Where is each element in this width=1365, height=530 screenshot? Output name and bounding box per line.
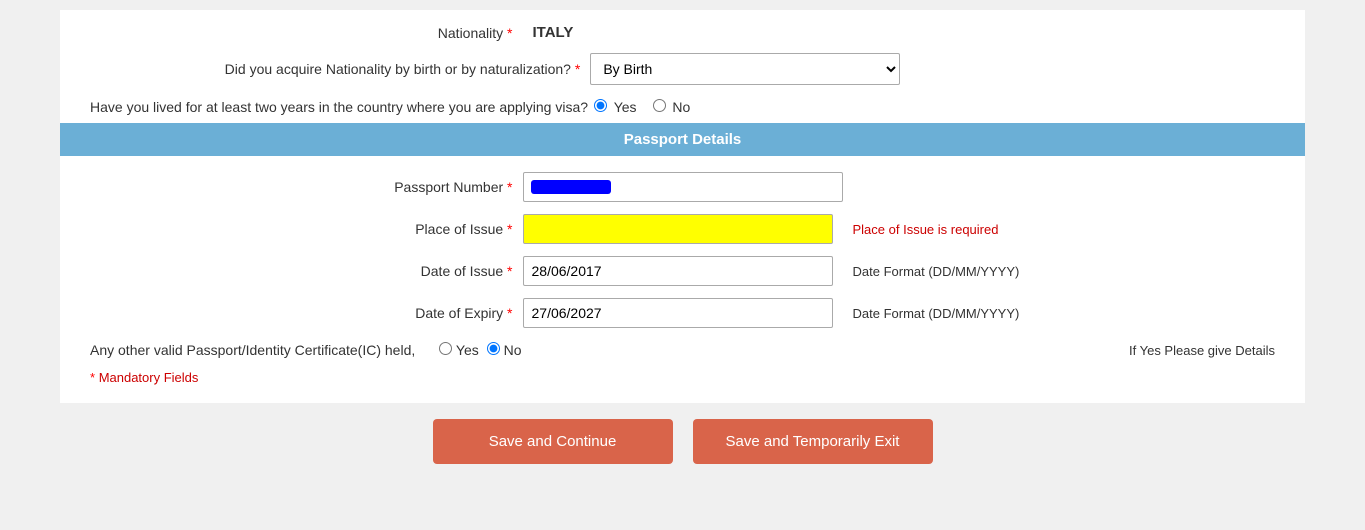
lived-yes-text: Yes <box>614 99 637 115</box>
save-continue-label: Save and Continue <box>489 433 617 450</box>
any-other-no-label[interactable]: No <box>487 342 522 358</box>
page-wrapper: Nationality * ITALY Did you acquire Nati… <box>0 0 1365 530</box>
any-other-yes-text: Yes <box>456 342 479 358</box>
save-exit-button[interactable]: Save and Temporarily Exit <box>693 419 933 464</box>
any-other-no-text: No <box>504 342 522 358</box>
nationality-required: * <box>507 25 512 41</box>
mandatory-text: Mandatory Fields <box>99 370 199 385</box>
any-other-row: Any other valid Passport/Identity Certif… <box>60 334 1305 366</box>
passport-number-input-col <box>523 172 843 202</box>
place-of-issue-required: * <box>507 221 512 237</box>
place-of-issue-row: Place of Issue * Place of Issue is requi… <box>60 208 1305 250</box>
lived-no-text: No <box>672 99 690 115</box>
passport-section-header: Passport Details <box>60 123 1305 156</box>
mandatory-star: * <box>90 370 95 385</box>
nationality-row: Nationality * ITALY <box>60 18 1305 47</box>
passport-section: Passport Number * Place of Issue * Place… <box>60 156 1305 403</box>
date-of-issue-label: Date of Issue * <box>293 263 513 279</box>
lived-radio-group: Yes No <box>594 99 696 115</box>
nationality-label: Nationality * <box>293 25 513 41</box>
mandatory-row: * Mandatory Fields <box>60 366 1305 393</box>
date-of-expiry-row: Date of Expiry * Date Format (DD/MM/YYYY… <box>60 292 1305 334</box>
top-section: Nationality * ITALY Did you acquire Nati… <box>60 10 1305 123</box>
date-of-issue-input[interactable] <box>523 256 833 286</box>
date-of-expiry-label: Date of Expiry * <box>293 305 513 321</box>
nationality-acquisition-row: Did you acquire Nationality by birth or … <box>60 47 1305 91</box>
passport-number-label: Passport Number * <box>293 179 513 195</box>
lived-no-label[interactable]: No <box>653 99 691 115</box>
date-of-issue-row: Date of Issue * Date Format (DD/MM/YYYY) <box>60 250 1305 292</box>
nationality-acquisition-select[interactable]: By Birth By Naturalization <box>590 53 900 85</box>
date-of-expiry-label-text: Date of Expiry <box>415 305 503 321</box>
any-other-yes-radio[interactable] <box>439 342 452 355</box>
lived-yes-label[interactable]: Yes <box>594 99 636 115</box>
passport-number-required: * <box>507 179 512 195</box>
date-of-issue-label-text: Date of Issue <box>421 263 504 279</box>
mandatory-label: Mandatory Fields <box>99 370 199 385</box>
lived-question-row: Have you lived for at least two years in… <box>60 91 1305 123</box>
lived-question-text: Have you lived for at least two years in… <box>90 99 588 115</box>
date-of-issue-input-col <box>523 256 843 286</box>
nationality-value: ITALY <box>533 24 574 41</box>
date-of-issue-hint-text: Date Format (DD/MM/YYYY) <box>853 264 1020 279</box>
acquisition-required: * <box>575 61 580 77</box>
buttons-row: Save and Continue Save and Temporarily E… <box>60 403 1305 474</box>
place-of-issue-label: Place of Issue * <box>293 221 513 237</box>
date-of-issue-hint: Date Format (DD/MM/YYYY) <box>853 264 1073 279</box>
lived-yes-radio[interactable] <box>594 99 607 112</box>
acquisition-input-col: By Birth By Naturalization <box>590 53 910 85</box>
place-of-issue-error: Place of Issue is required <box>853 222 1073 237</box>
save-exit-label: Save and Temporarily Exit <box>726 433 900 450</box>
date-of-expiry-required: * <box>507 305 512 321</box>
date-of-expiry-hint-text: Date Format (DD/MM/YYYY) <box>853 306 1020 321</box>
date-of-issue-required: * <box>507 263 512 279</box>
date-of-expiry-input-col <box>523 298 843 328</box>
place-of-issue-input-col <box>523 214 843 244</box>
passport-header-text: Passport Details <box>624 131 742 148</box>
place-of-issue-error-text: Place of Issue is required <box>853 222 999 237</box>
lived-no-radio[interactable] <box>653 99 666 112</box>
passport-number-input[interactable] <box>523 172 843 202</box>
acquisition-label: Did you acquire Nationality by birth or … <box>225 61 581 77</box>
acquisition-label-text: Did you acquire Nationality by birth or … <box>225 61 571 77</box>
any-other-text: Any other valid Passport/Identity Certif… <box>90 342 415 358</box>
date-of-expiry-input[interactable] <box>523 298 833 328</box>
any-other-yes-label[interactable]: Yes <box>439 342 478 358</box>
passport-number-label-text: Passport Number <box>394 179 503 195</box>
any-other-no-radio[interactable] <box>487 342 500 355</box>
any-other-hint-text: If Yes Please give Details <box>1129 343 1275 358</box>
nationality-value-col: ITALY <box>523 24 843 41</box>
passport-number-row: Passport Number * <box>60 166 1305 208</box>
any-other-radio-group: Yes No <box>439 342 521 358</box>
place-of-issue-input[interactable] <box>523 214 833 244</box>
place-of-issue-label-text: Place of Issue <box>415 221 503 237</box>
any-other-hint: If Yes Please give Details <box>1129 343 1275 358</box>
save-continue-button[interactable]: Save and Continue <box>433 419 673 464</box>
date-of-expiry-hint: Date Format (DD/MM/YYYY) <box>853 306 1073 321</box>
nationality-label-text: Nationality <box>438 25 503 41</box>
